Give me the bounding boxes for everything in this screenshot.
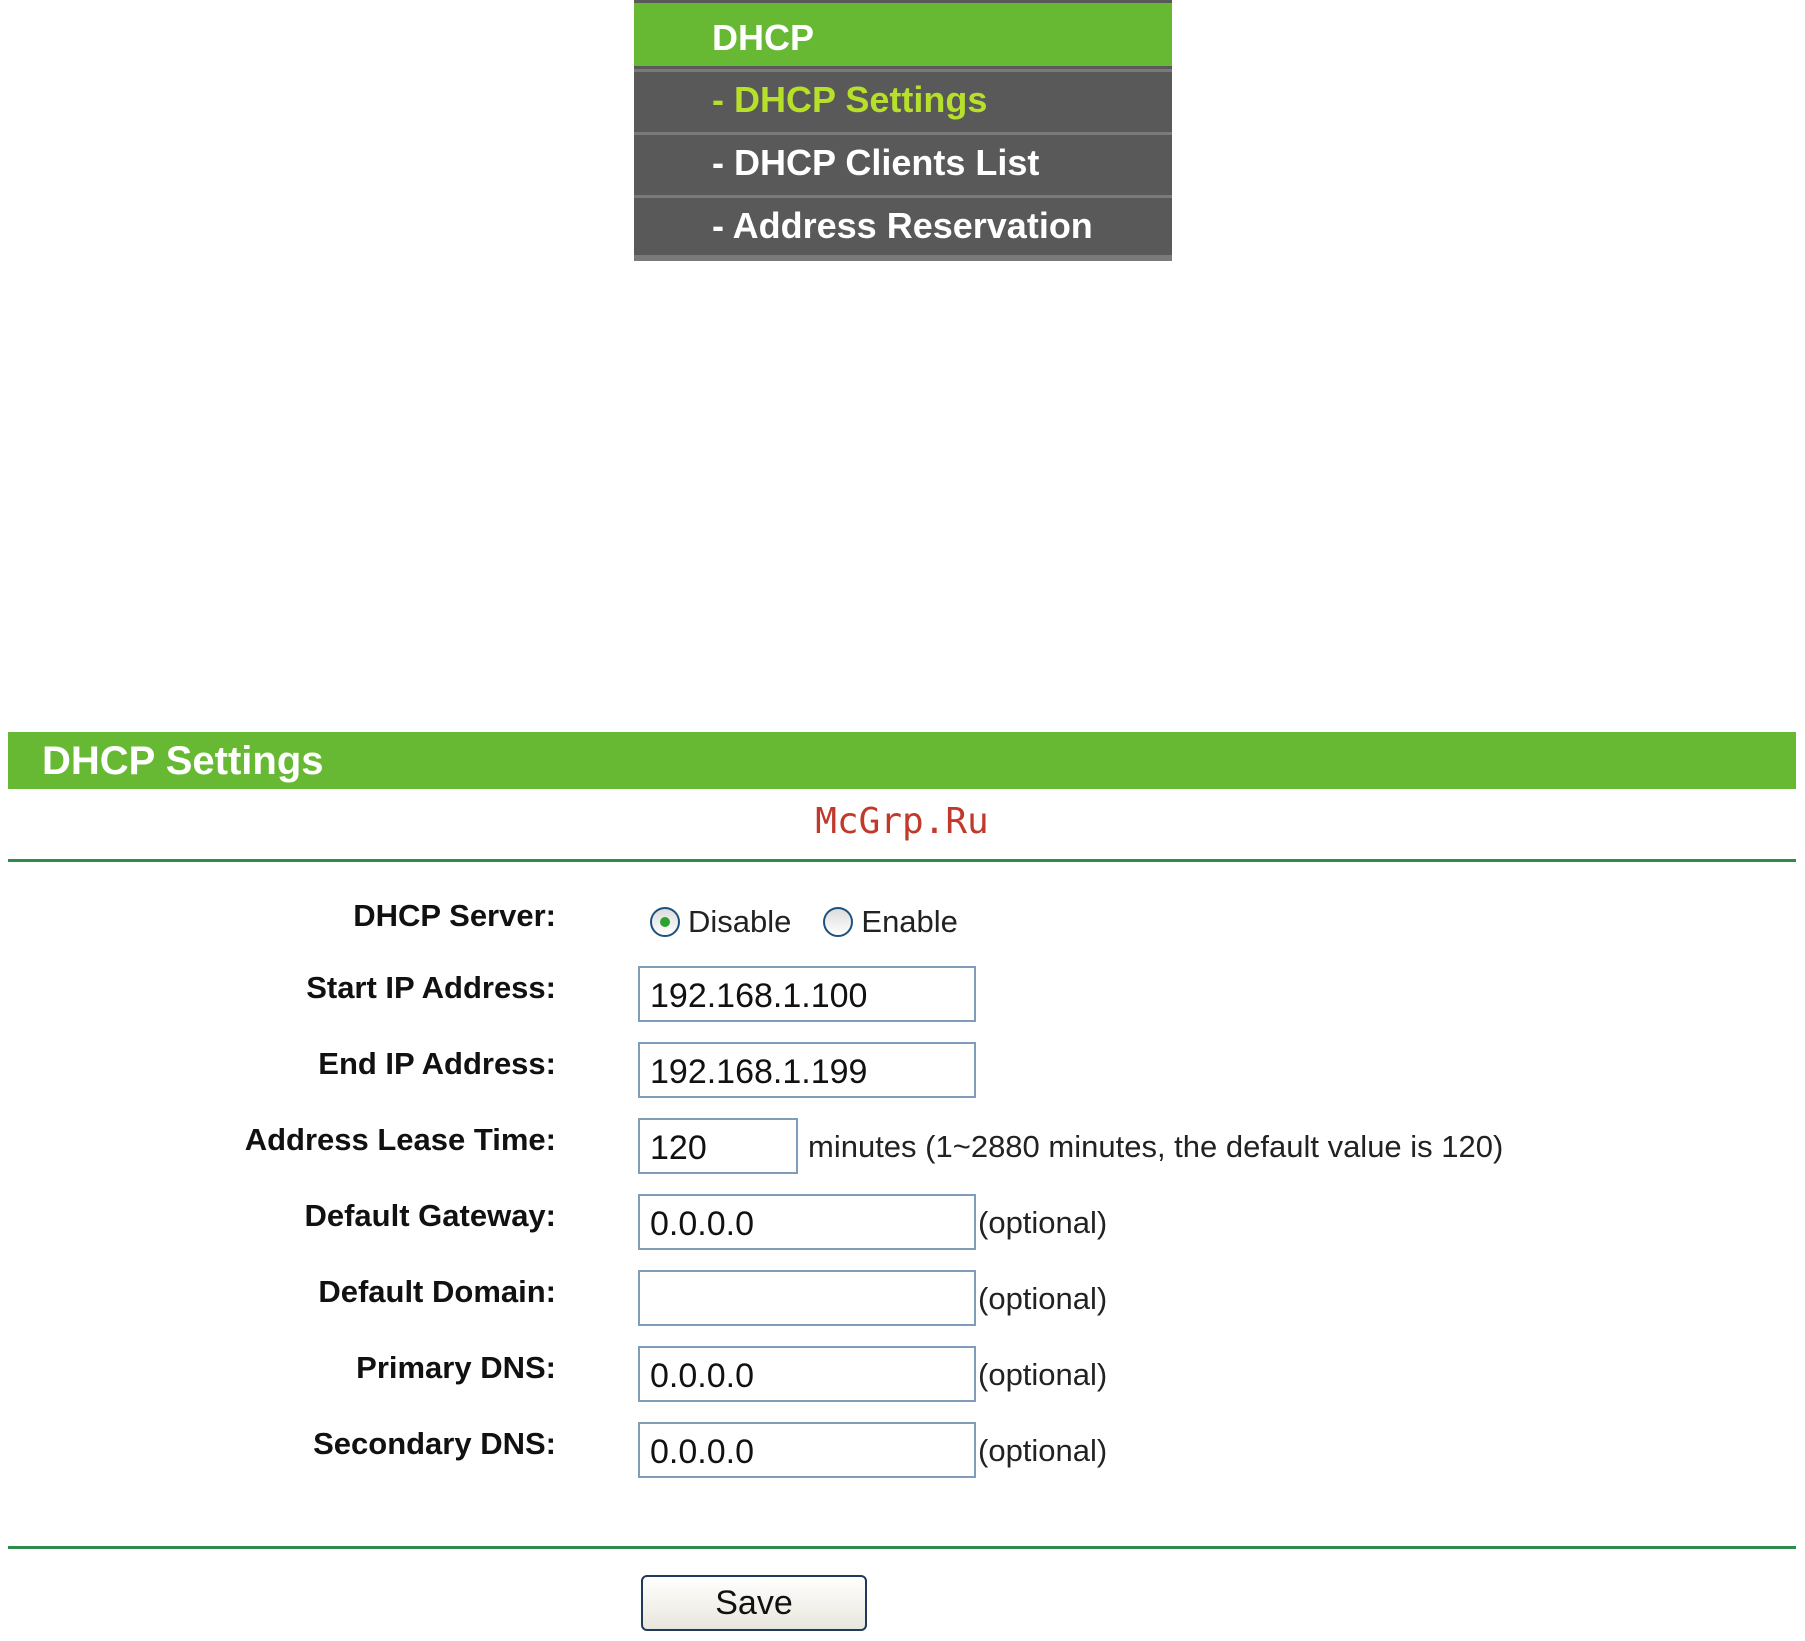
dhcp-settings-form: DHCP Server: Disable Enable Start IP Add… — [8, 862, 1796, 1546]
save-button[interactable]: Save — [641, 1575, 867, 1631]
secondary-dns-hint: (optional) — [978, 1433, 1108, 1468]
panel-title: DHCP Settings — [8, 732, 1796, 789]
lease-time-hint: minutes (1~2880 minutes, the default val… — [808, 1129, 1504, 1164]
primary-dns-row: Primary DNS: (optional) — [8, 1344, 1796, 1404]
dhcp-server-label: DHCP Server: — [353, 898, 556, 933]
menu-item-address-reservation[interactable]: - Address Reservation — [634, 195, 1172, 255]
default-gateway-hint: (optional) — [978, 1205, 1108, 1240]
dhcp-disable-label: Disable — [688, 904, 792, 939]
dhcp-disable-option[interactable]: Disable — [638, 904, 791, 940]
lease-time-input[interactable] — [638, 1118, 798, 1174]
end-ip-input[interactable] — [638, 1042, 976, 1098]
form-footer: Save — [8, 1549, 1796, 1639]
primary-dns-label: Primary DNS: — [356, 1350, 556, 1385]
dhcp-server-radio-group: Disable Enable — [638, 892, 978, 952]
dhcp-disable-radio[interactable] — [650, 907, 680, 937]
start-ip-label: Start IP Address: — [306, 970, 556, 1005]
default-domain-input[interactable] — [638, 1270, 976, 1326]
menu-item-dhcp-clients-list[interactable]: - DHCP Clients List — [634, 132, 1172, 192]
default-domain-hint: (optional) — [978, 1281, 1108, 1316]
menu-bottom-border — [634, 255, 1172, 261]
end-ip-label: End IP Address: — [318, 1046, 556, 1081]
default-gateway-row: Default Gateway: (optional) — [8, 1192, 1796, 1252]
default-domain-label: Default Domain: — [318, 1274, 556, 1309]
start-ip-input[interactable] — [638, 966, 976, 1022]
lease-time-row: Address Lease Time: minutes (1~2880 minu… — [8, 1116, 1796, 1176]
menu-item-dhcp-settings[interactable]: - DHCP Settings — [634, 69, 1172, 129]
dhcp-enable-radio[interactable] — [823, 907, 854, 937]
dhcp-enable-label: Enable — [861, 904, 958, 939]
default-gateway-label: Default Gateway: — [304, 1198, 556, 1233]
secondary-dns-row: Secondary DNS: (optional) — [8, 1420, 1796, 1480]
menu-header-dhcp[interactable]: DHCP — [634, 0, 1172, 66]
primary-dns-input[interactable] — [638, 1346, 976, 1402]
lease-time-label: Address Lease Time: — [244, 1122, 556, 1157]
dhcp-settings-panel: DHCP Settings McGrp.Ru DHCP Server: Disa… — [8, 732, 1796, 1639]
sidebar-menu: DHCP - DHCP Settings - DHCP Clients List… — [634, 0, 1172, 261]
end-ip-row: End IP Address: — [8, 1040, 1796, 1100]
dhcp-enable-option[interactable]: Enable — [811, 904, 958, 940]
secondary-dns-input[interactable] — [638, 1422, 976, 1478]
default-domain-row: Default Domain: (optional) — [8, 1268, 1796, 1328]
primary-dns-hint: (optional) — [978, 1357, 1108, 1392]
default-gateway-input[interactable] — [638, 1194, 976, 1250]
start-ip-row: Start IP Address: — [8, 964, 1796, 1024]
watermark-text: McGrp.Ru — [815, 801, 989, 842]
secondary-dns-label: Secondary DNS: — [313, 1426, 556, 1461]
page: DHCP - DHCP Settings - DHCP Clients List… — [0, 0, 1805, 1641]
dhcp-server-row: DHCP Server: Disable Enable — [8, 892, 1796, 952]
